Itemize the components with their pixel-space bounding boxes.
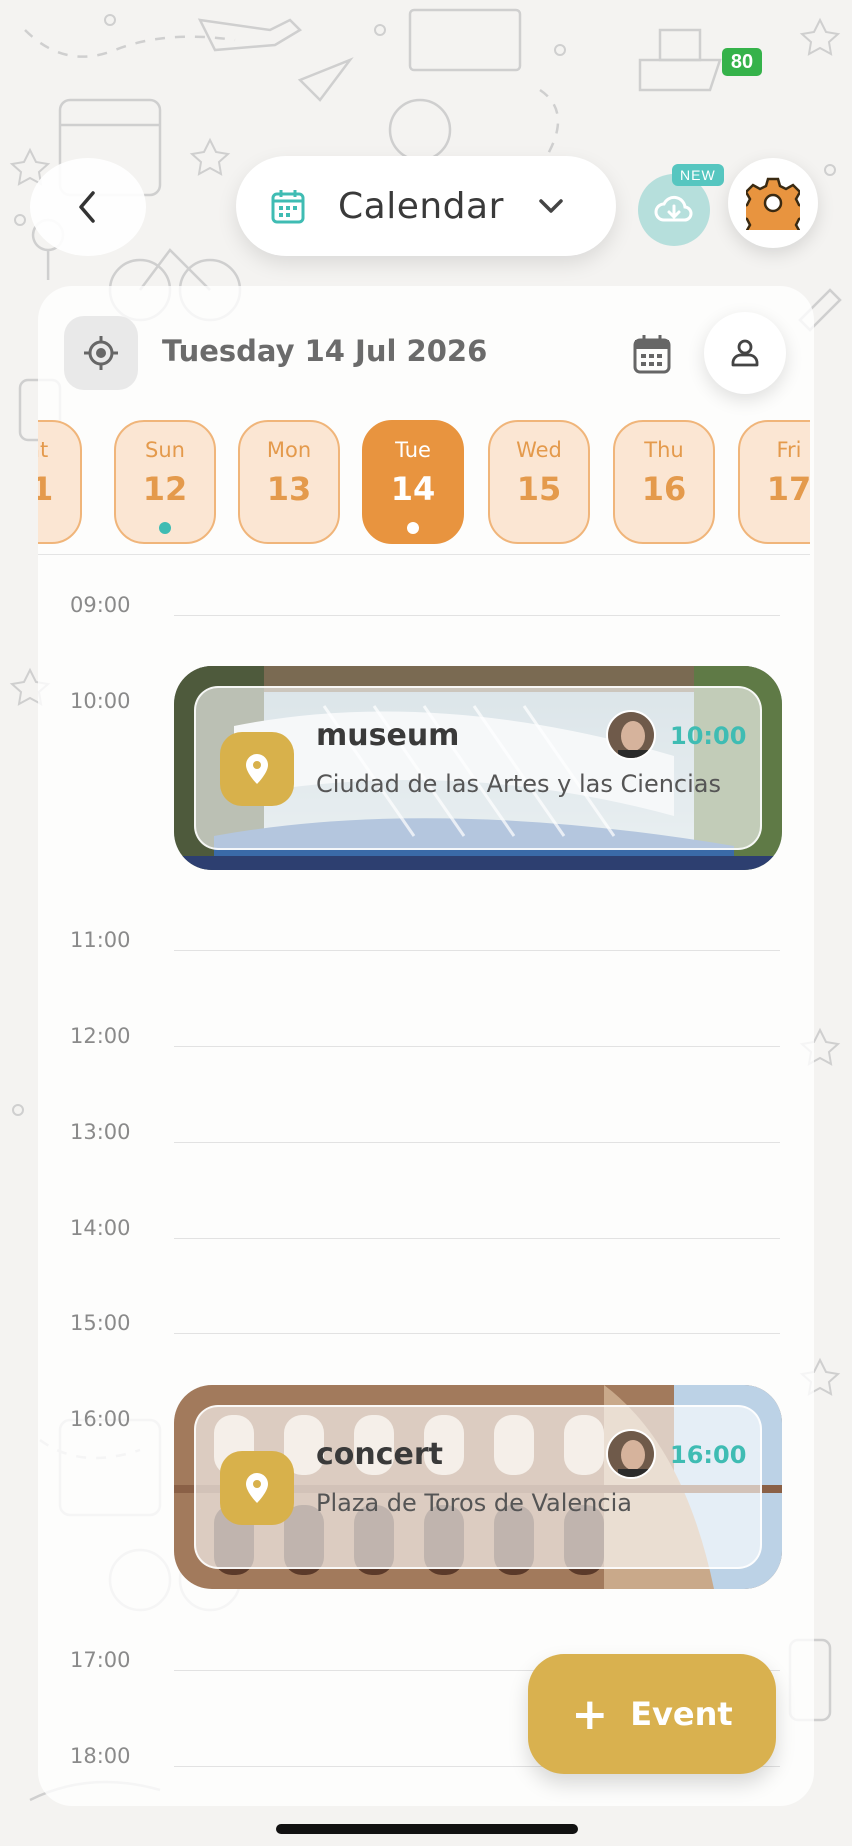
hour-label: 13:00 [70,1120,131,1144]
selected-date-label: Tuesday 14 Jul 2026 [162,334,488,368]
hour-label: 16:00 [70,1407,131,1431]
profile-button[interactable] [704,312,786,394]
day-chip[interactable]: Sat 11 [38,420,82,544]
calendar-picker-icon[interactable] [630,332,674,376]
back-button[interactable] [30,158,146,256]
map-pin-icon [246,754,268,784]
current-location-button[interactable] [64,316,138,390]
event-time: 10:00 [670,722,747,750]
day-chip-selected[interactable]: Tue 14 [362,420,464,544]
day-name: Wed [516,438,562,462]
day-chip[interactable]: Mon 13 [238,420,340,544]
day-name: Mon [266,438,312,462]
crosshair-icon [84,336,118,370]
new-badge: NEW [672,164,724,186]
event-card-museum[interactable]: museum Ciudad de las Artes y las Ciencia… [174,666,782,870]
battery-indicator: 80 [722,48,762,76]
hour-label: 09:00 [70,593,131,617]
day-chip[interactable]: Sun 12 [114,420,216,544]
day-number: 16 [641,470,687,508]
calendar-icon [271,190,305,224]
event-title: concert [316,1437,444,1472]
avatar [606,710,656,760]
event-location: Ciudad de las Artes y las Ciencias [316,770,721,798]
hour-label: 14:00 [70,1216,131,1240]
day-name: Tue [395,438,431,462]
event-card-body: museum Ciudad de las Artes y las Ciencia… [194,686,762,850]
location-pin-badge [220,732,294,806]
chevron-left-icon [79,191,95,223]
day-name: Fri [776,438,802,462]
hour-line [174,1142,780,1143]
day-name: Sat [38,438,49,462]
event-time: 16:00 [670,1441,747,1469]
add-event-button[interactable]: + Event [528,1654,776,1774]
avatar [606,1429,656,1479]
person-icon [731,339,759,367]
day-number: 14 [390,470,436,508]
hour-line [174,1046,780,1047]
day-chip[interactable]: Thu 16 [613,420,715,544]
date-bar: Tuesday 14 Jul 2026 [64,316,794,396]
day-chip[interactable]: Fri 17 [738,420,810,544]
day-chip[interactable]: Wed 15 [488,420,590,544]
hour-label: 17:00 [70,1648,131,1672]
page-title: Calendar [338,185,504,227]
location-pin-badge [220,1451,294,1525]
day-name: Sun [145,438,185,462]
hour-label: 15:00 [70,1311,131,1335]
day-number: 13 [266,470,312,508]
hour-label: 10:00 [70,689,131,713]
cloud-download-icon [654,195,693,222]
event-title: museum [316,718,460,753]
chevron-down-icon [539,199,563,213]
day-name: Thu [644,438,684,462]
day-number: 15 [516,470,562,508]
plus-icon: + [571,1688,609,1740]
add-event-label: Event [630,1695,733,1733]
event-dot [159,522,171,534]
divider [38,554,810,555]
event-card-concert[interactable]: concert Plaza de Toros de Valencia 16:00 [174,1385,782,1589]
event-card-body: concert Plaza de Toros de Valencia 16:00 [194,1405,762,1569]
hour-label: 12:00 [70,1024,131,1048]
map-pin-icon [246,1473,268,1503]
hour-line [174,950,780,951]
gear-icon [746,177,800,230]
settings-button[interactable] [728,158,818,248]
hour-line [174,1238,780,1239]
calendar-view-dropdown[interactable]: Calendar [236,156,616,256]
home-indicator [276,1824,578,1834]
week-day-strip: Sat 11 Sun 12 Mon 13 Tue 14 Wed 15 Thu 1… [38,418,810,548]
hour-label: 18:00 [70,1744,131,1768]
hour-line [174,615,780,616]
event-location: Plaza de Toros de Valencia [316,1489,632,1517]
day-number: 11 [38,470,54,508]
day-number: 12 [142,470,188,508]
event-dot [407,522,419,534]
hour-label: 11:00 [70,928,131,952]
hour-line [174,1333,780,1334]
day-number: 17 [766,470,810,508]
